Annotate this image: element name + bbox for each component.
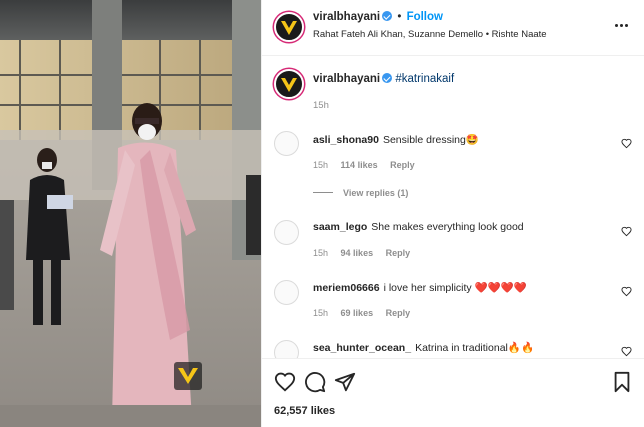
comment-time: 15h bbox=[313, 248, 329, 258]
comment-item: saam_lego She makes everything look good bbox=[313, 221, 524, 233]
comment-item: asli_shona90 Sensible dressing🤩 bbox=[313, 133, 479, 146]
comment-like-count[interactable]: 94 likes bbox=[341, 248, 374, 258]
comment-username[interactable]: sea_hunter_ocean_ bbox=[313, 342, 411, 354]
comment-time: 15h bbox=[313, 308, 329, 318]
more-options-icon[interactable] bbox=[615, 14, 633, 27]
header-username-row: viralbhayani • Follow bbox=[313, 11, 443, 23]
commenter-avatar[interactable] bbox=[274, 220, 299, 245]
reply-button[interactable]: Reply bbox=[386, 308, 411, 318]
comment-meta: 15h 114 likes Reply bbox=[313, 160, 425, 170]
comment-username[interactable]: saam_lego bbox=[313, 221, 367, 233]
comment-heart-icon[interactable] bbox=[621, 226, 632, 237]
brand-logo-icon bbox=[281, 21, 297, 35]
comment-username[interactable]: asli_shona90 bbox=[313, 134, 379, 146]
share-icon[interactable] bbox=[334, 371, 356, 393]
comment-heart-icon[interactable] bbox=[621, 286, 632, 297]
follow-button[interactable]: Follow bbox=[407, 11, 443, 23]
comment-icon[interactable] bbox=[304, 371, 326, 393]
view-replies-button[interactable]: View replies (1) bbox=[313, 188, 408, 198]
commenter-avatar[interactable] bbox=[274, 131, 299, 156]
likes-count[interactable]: 62,557 likes bbox=[274, 405, 335, 417]
brand-watermark-icon bbox=[174, 362, 202, 390]
reply-button[interactable]: Reply bbox=[386, 248, 411, 258]
view-replies-label: View replies (1) bbox=[343, 188, 409, 198]
comment-meta: 15h 94 likes Reply bbox=[313, 248, 420, 258]
caption-timestamp: 15h bbox=[313, 100, 329, 111]
comment-text: Sensible dressing🤩 bbox=[382, 134, 479, 146]
verified-badge-icon bbox=[382, 73, 393, 83]
reply-button[interactable]: Reply bbox=[390, 160, 415, 170]
comment-username[interactable]: meriem06666 bbox=[313, 282, 380, 294]
comment-text: i love her simplicity ❤️❤️❤️❤️ bbox=[383, 282, 527, 294]
post-action-bar: 62,557 likes bbox=[262, 358, 644, 427]
comment-item: meriem06666 i love her simplicity ❤️❤️❤️❤… bbox=[313, 281, 527, 294]
comment-like-count[interactable]: 114 likes bbox=[341, 160, 378, 170]
brand-logo-icon bbox=[281, 78, 297, 92]
heart-icon[interactable] bbox=[274, 371, 296, 393]
caption-avatar[interactable] bbox=[274, 69, 304, 99]
comment-like-count[interactable]: 69 likes bbox=[341, 308, 374, 318]
comment-time: 15h bbox=[313, 160, 329, 170]
separator-dot: • bbox=[397, 11, 402, 23]
save-icon[interactable] bbox=[611, 371, 633, 393]
post-details-panel: viralbhayani • Follow Rahat Fateh Ali Kh… bbox=[261, 0, 644, 427]
commenter-avatar[interactable] bbox=[274, 280, 299, 305]
comment-heart-icon[interactable] bbox=[621, 346, 632, 357]
author-username[interactable]: viralbhayani bbox=[313, 11, 380, 23]
post-caption: viralbhayani #katrinakaif bbox=[313, 73, 454, 85]
comment-item: sea_hunter_ocean_ Katrina in traditional🔥… bbox=[313, 341, 534, 354]
post-media[interactable] bbox=[0, 0, 261, 427]
caption-hashtag[interactable]: #katrinakaif bbox=[395, 73, 454, 85]
verified-badge-icon bbox=[382, 11, 393, 21]
comment-text: She makes everything look good bbox=[371, 221, 524, 233]
author-avatar[interactable] bbox=[274, 12, 304, 42]
audio-info[interactable]: Rahat Fateh Ali Khan, Suzanne Demello • … bbox=[313, 29, 547, 40]
post-header: viralbhayani • Follow Rahat Fateh Ali Kh… bbox=[262, 0, 644, 56]
caption-username[interactable]: viralbhayani bbox=[313, 73, 380, 85]
comment-meta: 15h 69 likes Reply bbox=[313, 308, 420, 318]
replies-divider bbox=[313, 192, 333, 193]
comment-text: Katrina in traditional🔥🔥 bbox=[415, 342, 535, 354]
comment-heart-icon[interactable] bbox=[621, 138, 632, 149]
video-frame bbox=[0, 0, 261, 427]
